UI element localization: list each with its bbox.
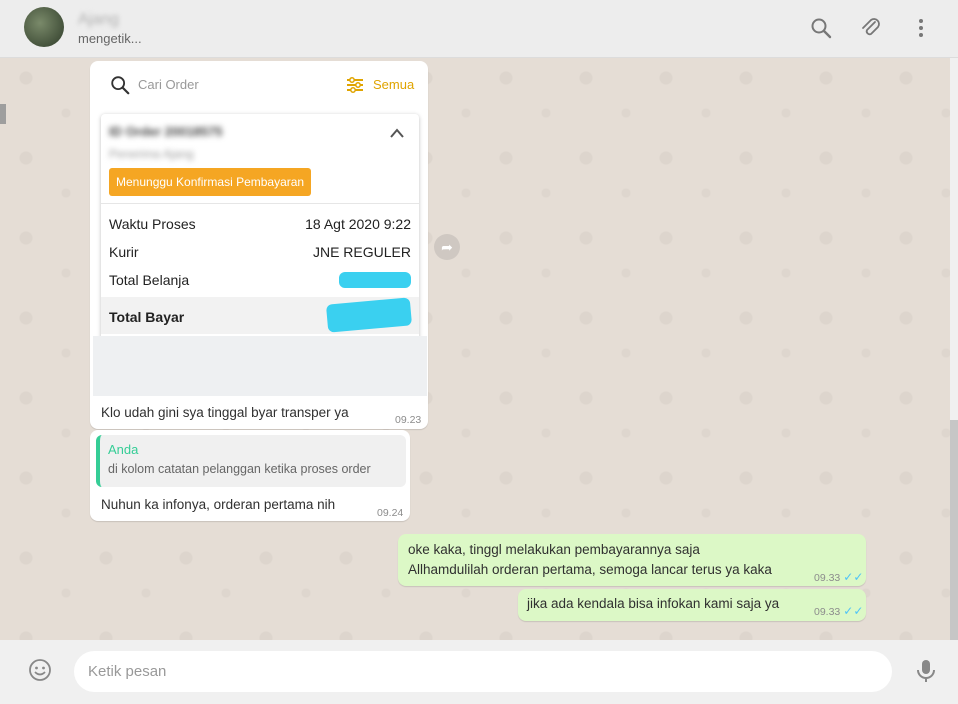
message-status: 09.33 ✓✓ (814, 570, 863, 584)
redaction-scribble (339, 272, 411, 288)
row-label: Kurir (109, 244, 139, 260)
message-time: 09.24 (377, 507, 404, 519)
contact-avatar[interactable] (24, 7, 64, 47)
contact-name[interactable]: Ajang (78, 11, 119, 29)
double-check-icon: ✓✓ (843, 570, 864, 584)
message-text: Nuhun ka infonya, orderan pertama nih (101, 497, 336, 512)
emoji-icon[interactable] (28, 658, 52, 682)
quote-author: Anda (108, 442, 139, 457)
image-bottom-area (93, 336, 427, 396)
typing-status: mengetik... (78, 31, 142, 46)
image-search-placeholder: Cari Order (138, 77, 199, 92)
status-badge: Menunggu Konfirmasi Pembayaran (109, 168, 312, 196)
search-icon (109, 74, 131, 101)
double-check-icon: ✓✓ (843, 604, 864, 618)
message-text: jika ada kendala bisa infokan kami saja … (527, 596, 780, 611)
chevron-up-icon (389, 126, 405, 145)
message-line: oke kaka, tinggl melakukan pembayarannya… (408, 542, 700, 557)
row-label: Waktu Proses (109, 216, 196, 232)
message-line: Allhamdulilah orderan pertama, semoga la… (408, 562, 772, 577)
row-value: JNE REGULER (312, 244, 411, 260)
image-search-row: Cari Order Semua (93, 64, 427, 106)
chat-header: Ajang mengetik... (0, 0, 958, 58)
message-time: 09.23 (395, 414, 422, 426)
row-label: Total Bayar (109, 309, 185, 325)
row-label: Total Belanja (109, 272, 190, 288)
search-icon[interactable] (809, 16, 833, 40)
message-time: 09.33 (814, 572, 841, 584)
message-text: Klo udah gini sya tinggal byar transper … (101, 405, 349, 420)
message-input[interactable] (74, 651, 892, 692)
message-time: 09.33 (814, 606, 841, 618)
scrollbar-thumb[interactable] (950, 420, 958, 640)
mic-icon[interactable] (914, 658, 938, 684)
more-vert-icon[interactable] (909, 16, 933, 40)
quoted-message[interactable]: Anda di kolom catatan pelanggan ketika p… (96, 435, 406, 487)
quote-text: di kolom catatan pelanggan ketika proses… (108, 462, 371, 476)
card-divider (101, 203, 419, 204)
row-total-bayar: Total Bayar (109, 297, 413, 333)
filter-icon (345, 75, 365, 100)
row-value: 18 Agt 2020 9:22 (305, 216, 411, 232)
row-waktu-proses: Waktu Proses 18 Agt 2020 9:22 (109, 216, 411, 232)
message-status: 09.33 ✓✓ (814, 604, 863, 618)
paperclip-icon[interactable] (859, 16, 883, 40)
row-total-belanja: Total Belanja (109, 272, 411, 288)
row-kurir: Kurir JNE REGULER (109, 244, 411, 260)
pane-divider (0, 104, 6, 124)
order-recipient: Penerima Ajang (109, 147, 194, 161)
forward-icon[interactable]: ➦ (434, 234, 460, 260)
order-id: ID Order 20018575 (109, 124, 223, 139)
image-filter-label: Semua (373, 77, 415, 92)
